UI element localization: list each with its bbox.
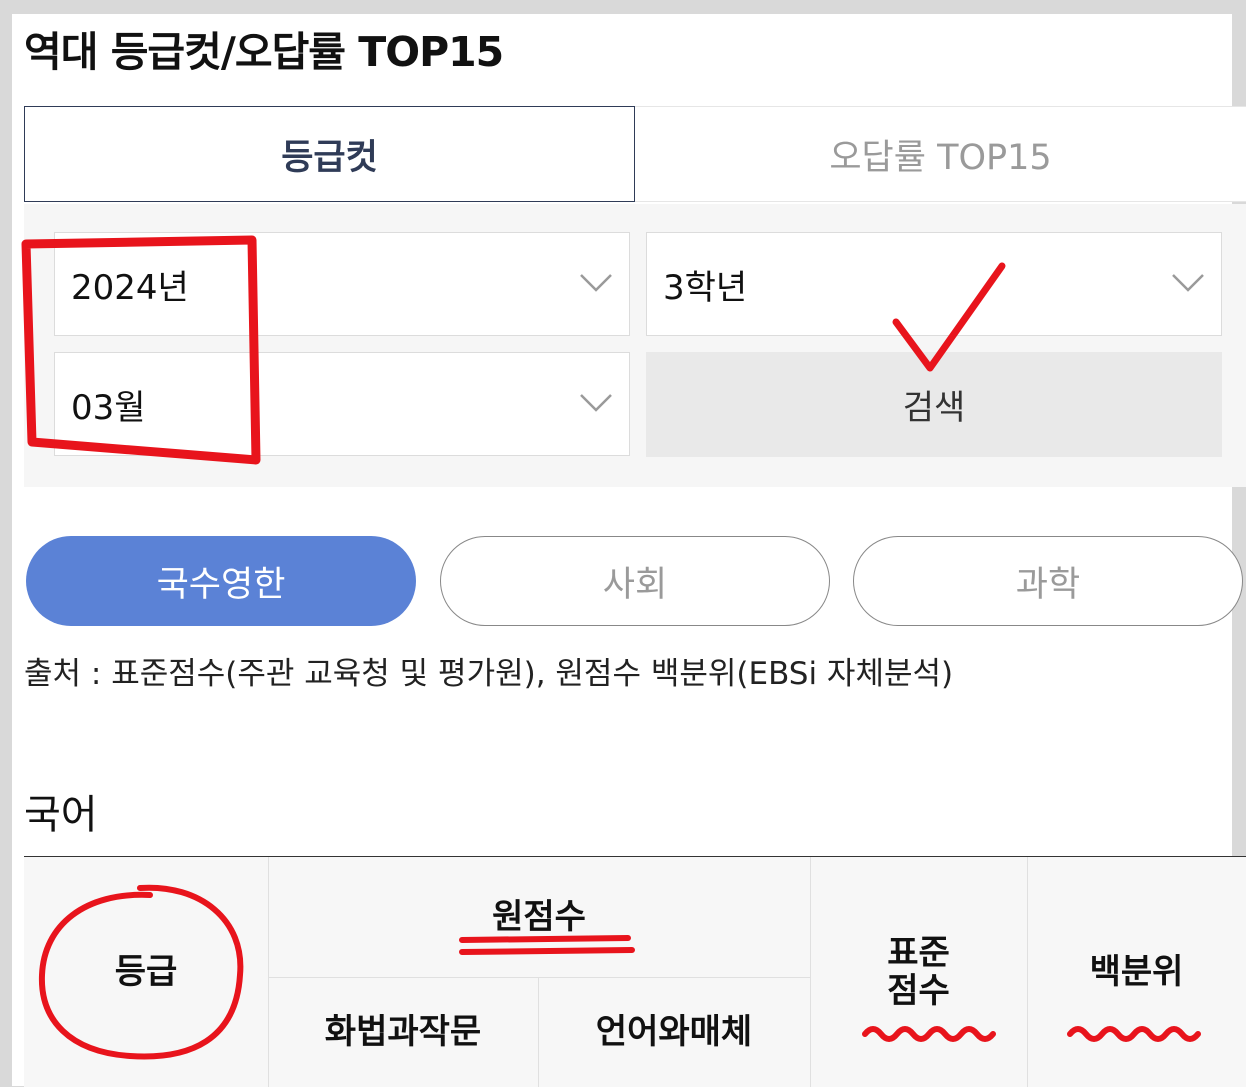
header-standard-score: 표준 점수 (887, 932, 950, 1011)
subject-tab-social[interactable]: 사회 (440, 536, 830, 626)
year-select-value: 2024년 (71, 267, 189, 308)
chevron-down-icon (580, 274, 612, 292)
header-speech-writing: 화법과작문 (324, 1011, 482, 1052)
tab-grade-cut[interactable]: 등급컷 (24, 106, 635, 202)
month-select[interactable]: 03월 (54, 352, 630, 456)
chevron-down-icon (580, 394, 612, 412)
header-language-media: 언어와매체 (595, 1011, 753, 1052)
section-title-korean: 국어 (24, 792, 98, 838)
header-percentile: 백분위 (1089, 951, 1184, 992)
tab-wrong-rate-top15[interactable]: 오답률 TOP15 (635, 106, 1246, 202)
subject-tab-science[interactable]: 과학 (853, 536, 1243, 626)
header-grade: 등급 (114, 951, 178, 992)
grade-select[interactable]: 3학년 (646, 232, 1222, 336)
grade-cut-table: 등급 원점수 화법과작문 언어와매체 표준 점수 백분위 (24, 856, 1246, 1087)
chevron-down-icon (1172, 274, 1204, 292)
page-title: 역대 등급컷/오답률 TOP15 (24, 28, 504, 76)
grade-select-value: 3학년 (663, 267, 748, 308)
year-select[interactable]: 2024년 (54, 232, 630, 336)
month-select-value: 03월 (71, 387, 146, 428)
source-note: 출처 : 표준점수(주관 교육청 및 평가원), 원점수 백분위(EBSi 자체… (24, 656, 954, 692)
header-raw-score: 원점수 (492, 896, 586, 937)
subject-tab-korean-math-english-history[interactable]: 국수영한 (26, 536, 416, 626)
search-button[interactable]: 검색 (646, 352, 1222, 457)
